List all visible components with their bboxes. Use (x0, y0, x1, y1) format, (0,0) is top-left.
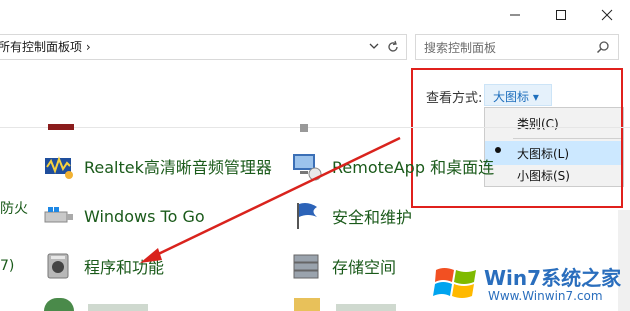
windows-logo-icon (433, 268, 476, 298)
watermark-title: Win7系统之家 (484, 266, 622, 290)
watermark-url: Www.Winwin7.com (488, 289, 603, 303)
